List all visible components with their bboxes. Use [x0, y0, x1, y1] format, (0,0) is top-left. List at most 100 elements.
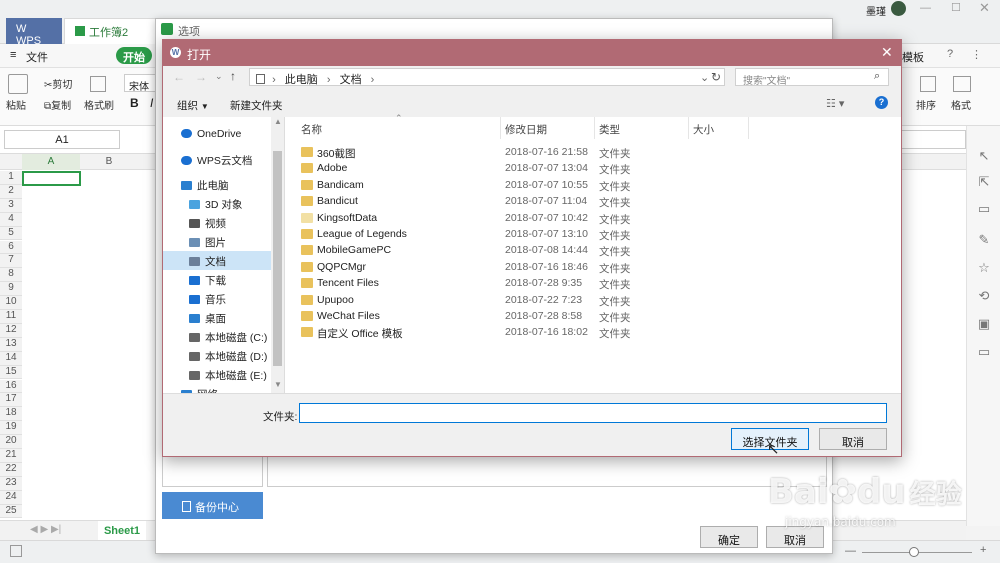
options-cancel-button[interactable]: 取消	[766, 526, 824, 548]
star-icon[interactable]: ☆	[976, 260, 992, 276]
menu-icon[interactable]: ≡	[10, 49, 16, 61]
file-row[interactable]: MobileGamePC 2018-07-08 14:44 文件夹	[293, 242, 893, 258]
paste-button[interactable]: 粘贴	[6, 97, 26, 112]
row-header[interactable]: 4	[0, 212, 22, 227]
row-header[interactable]: 25	[0, 504, 22, 519]
row-header[interactable]: 9	[0, 282, 22, 297]
selected-cell-a1[interactable]	[22, 171, 81, 186]
nav-item[interactable]: OneDrive	[163, 125, 271, 144]
file-row[interactable]: Tencent Files 2018-07-28 9:35 文件夹	[293, 275, 893, 291]
export-icon[interactable]: ⇱	[976, 174, 992, 190]
ok-button[interactable]: 确定	[700, 526, 758, 548]
row-header[interactable]: 12	[0, 323, 22, 338]
row-header[interactable]: 10	[0, 296, 22, 310]
column-header-date[interactable]: 修改日期	[501, 117, 595, 139]
dropdown-chevron-icon[interactable]: ⌄	[700, 71, 709, 84]
nav-item[interactable]: WPS云文档	[163, 150, 271, 169]
refresh-icon[interactable]: ↻	[711, 70, 721, 84]
row-header[interactable]: 8	[0, 268, 22, 283]
column-header-type[interactable]: 类型	[595, 117, 689, 139]
nav-item[interactable]: 视频	[163, 213, 271, 232]
search-input[interactable]: 搜索"文档" ⌕	[735, 68, 889, 87]
row-header[interactable]: 13	[0, 337, 22, 352]
document-icon[interactable]: ▭	[976, 201, 992, 217]
sort-button[interactable]: 排序	[916, 97, 936, 112]
column-header-a[interactable]: A	[22, 154, 80, 170]
file-row[interactable]: WeChat Files 2018-07-28 8:58 文件夹	[293, 308, 893, 324]
nav-item[interactable]: 图片	[163, 232, 271, 251]
sheet-nav-arrows-icon[interactable]: ◀ ▶ ▶|	[30, 524, 61, 535]
back-icon[interactable]: ←	[173, 70, 185, 84]
cut-button[interactable]: ✂剪切	[44, 76, 72, 91]
template-label[interactable]: 模板	[902, 49, 924, 65]
column-header-size[interactable]: 大小	[689, 117, 749, 139]
avatar[interactable]	[891, 1, 906, 16]
maximize-icon[interactable]: ☐	[951, 1, 961, 14]
file-row[interactable]: Bandicut 2018-07-07 11:04 文件夹	[293, 193, 893, 209]
file-row[interactable]: 自定义 Office 模板 2018-07-16 18:02 文件夹	[293, 324, 893, 340]
cell-reference-box[interactable]: A1	[4, 130, 120, 149]
italic-button[interactable]: I	[150, 96, 153, 110]
row-header[interactable]: 3	[0, 198, 22, 213]
forward-icon[interactable]: →	[195, 70, 207, 84]
row-header[interactable]: 17	[0, 393, 22, 408]
tab-workbook[interactable]: 工作簿2	[64, 18, 156, 44]
recent-chevron-icon[interactable]: ⌄	[215, 71, 223, 82]
row-header[interactable]: 22	[0, 462, 22, 477]
breadcrumb-documents[interactable]: 文档	[340, 74, 362, 86]
bold-button[interactable]: B	[130, 96, 139, 110]
nav-item[interactable]: 本地磁盘 (D:)	[163, 346, 271, 365]
history-icon[interactable]: ⟲	[976, 288, 992, 304]
file-row[interactable]: Bandicam 2018-07-07 10:55 文件夹	[293, 177, 893, 193]
nav-item[interactable]: 网络	[163, 384, 271, 393]
nav-item[interactable]: 下载	[163, 270, 271, 289]
nav-item[interactable]: 此电脑	[163, 175, 271, 194]
backup-center-button[interactable]: 备份中心	[162, 492, 263, 519]
view-options-icon[interactable]: ☷ ▾	[826, 97, 844, 110]
paste-icon[interactable]	[8, 74, 28, 94]
chat-icon[interactable]: ▭	[976, 344, 992, 360]
row-header[interactable]: 5	[0, 226, 22, 241]
row-header[interactable]: 6	[0, 240, 22, 255]
row-header[interactable]: 2	[0, 184, 22, 199]
minimize-icon[interactable]: —	[920, 2, 931, 14]
zoom-slider-handle[interactable]	[909, 547, 919, 557]
nav-item[interactable]: 3D 对象	[163, 194, 271, 213]
column-header-name[interactable]: 名称	[297, 117, 501, 139]
nav-item[interactable]: 文档	[163, 251, 271, 270]
row-header[interactable]: 11	[0, 310, 22, 324]
row-header[interactable]: 18	[0, 407, 22, 422]
nav-item[interactable]: 本地磁盘 (C:)	[163, 327, 271, 346]
nav-item[interactable]: 本地磁盘 (E:)	[163, 365, 271, 384]
row-header[interactable]: 23	[0, 476, 22, 491]
file-menu[interactable]: 文件	[26, 49, 48, 65]
nav-scrollbar[interactable]: ▲ ▼	[271, 117, 284, 393]
close-icon[interactable]: ✕	[881, 44, 893, 61]
column-header-b[interactable]: B	[80, 154, 138, 170]
row-header[interactable]: 19	[0, 421, 22, 436]
close-icon[interactable]: ✕	[979, 0, 990, 16]
folder-name-input[interactable]	[299, 403, 887, 423]
row-header[interactable]: 15	[0, 365, 22, 380]
breadcrumb-this-pc[interactable]: 此电脑	[285, 74, 318, 86]
dialog-cancel-button[interactable]: 取消	[819, 428, 887, 450]
row-header[interactable]: 7	[0, 254, 22, 269]
row-header[interactable]: 14	[0, 351, 22, 366]
cursor-icon[interactable]: ↖	[976, 148, 992, 164]
row-header[interactable]: 16	[0, 379, 22, 394]
tab-wps-home[interactable]: W WPS	[6, 18, 62, 47]
file-row[interactable]: KingsoftData 2018-07-07 10:42 文件夹	[293, 210, 893, 226]
row-header[interactable]: 1	[0, 171, 22, 185]
address-bar[interactable]: › 此电脑 › 文档 › ⌄	[249, 68, 725, 86]
file-row[interactable]: League of Legends 2018-07-07 13:10 文件夹	[293, 226, 893, 242]
row-header[interactable]: 21	[0, 449, 22, 463]
help-icon[interactable]: ?	[875, 96, 888, 109]
backup-icon[interactable]: ▣	[976, 316, 992, 332]
file-row[interactable]: Upupoo 2018-07-22 7:23 文件夹	[293, 292, 893, 308]
file-row[interactable]: 360截图 2018-07-16 21:58 文件夹	[293, 144, 893, 160]
nav-scrollbar-thumb[interactable]	[273, 151, 282, 366]
new-folder-button[interactable]: 新建文件夹	[230, 98, 283, 113]
sheet-tab-sheet1[interactable]: Sheet1	[98, 521, 146, 541]
more-icon[interactable]: ⋮	[971, 48, 982, 61]
row-header[interactable]: 20	[0, 435, 22, 449]
